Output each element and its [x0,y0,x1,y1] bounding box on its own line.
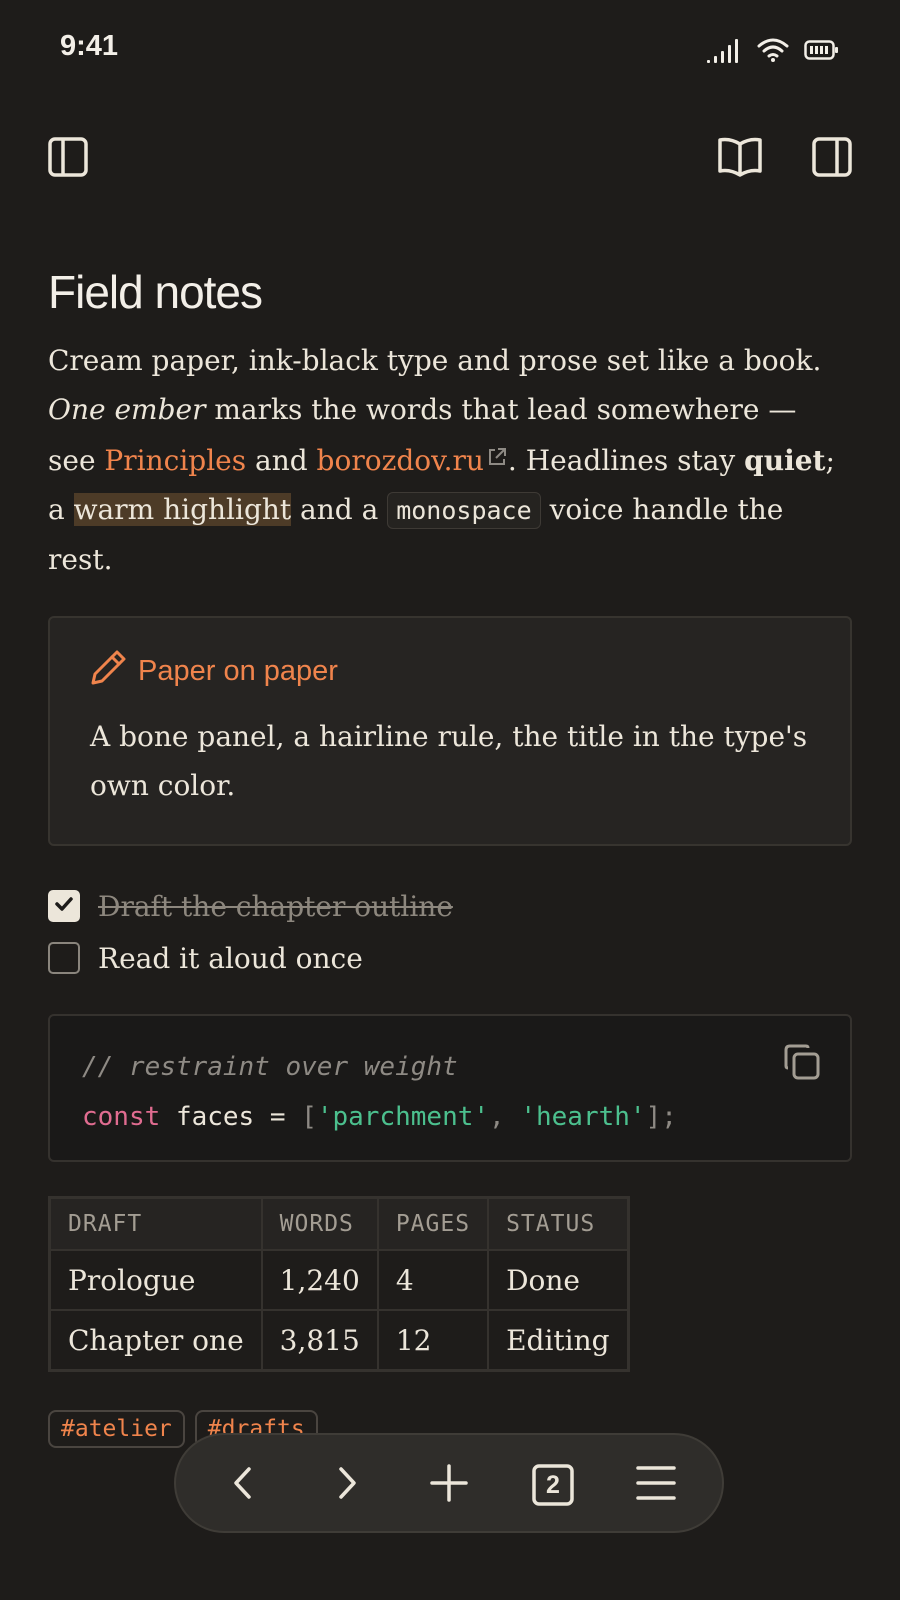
tabs-icon: 2 [531,1463,575,1507]
warm-highlight: warm highlight [73,493,292,526]
code-keyword: const [82,1102,161,1132]
status-bar: 9:41 [0,0,900,100]
toolbar [0,135,900,191]
code-bracket: [ [301,1102,317,1132]
table-cell: 12 [376,1309,490,1372]
copy-code-button[interactable] [782,1042,822,1099]
bold-quiet: quiet [744,444,826,477]
column-header: PAGES [376,1196,490,1251]
table-row: Prologue 1,240 4 Done [48,1249,630,1311]
task-label: Read it aloud once [98,941,363,975]
back-button[interactable] [216,1457,272,1513]
external-link[interactable]: borozdov.ru [317,444,508,477]
external-link-icon [486,434,508,483]
code-string: 'hearth' [520,1102,646,1132]
status-icons [706,36,840,64]
drafts-table: DRAFT WORDS PAGES STATUS Prologue 1,240 … [48,1196,630,1372]
task-label: Draft the chapter outline [98,889,453,923]
code-comment: // restraint over weight [82,1052,458,1082]
code-block: // restraint over weight const faces = [… [48,1014,852,1162]
table-cell: Done [487,1249,630,1311]
sidebar-left-button[interactable] [44,135,92,183]
page-title: Field notes [48,266,263,318]
forward-button[interactable] [318,1457,374,1513]
prose-text: . Headlines stay [507,444,745,477]
note-content: Field notes Cream paper, ink-black type … [48,262,852,1448]
prose-text: Cream paper, ink-black type and prose se… [48,344,822,377]
new-tab-button[interactable] [421,1457,477,1513]
prose-text: and a [291,493,388,526]
table-cell: 1,240 [260,1249,379,1311]
task-list: Draft the chapter outline Read it aloud … [48,880,852,984]
bottom-navigation-bar: 2 [174,1433,724,1533]
intro-paragraph: Cream paper, ink-black type and prose se… [48,336,852,584]
forward-icon [326,1463,366,1507]
column-header: DRAFT [48,1196,263,1251]
task-item: Draft the chapter outline [48,880,852,932]
inline-code: monospace [387,492,541,529]
callout-body: A bone panel, a hairline rule, the title… [90,720,808,802]
table-row: Chapter one 3,815 12 Editing [48,1309,630,1372]
book-open-icon [716,135,764,183]
sidebar-right-button[interactable] [808,135,856,183]
code-line: const faces = ['parchment', 'hearth']; [82,1092,818,1142]
table-cell: 4 [376,1249,490,1311]
column-header: WORDS [260,1196,379,1251]
task-item: Read it aloud once [48,932,852,984]
checkmark-icon [53,893,75,919]
menu-button[interactable] [628,1457,684,1513]
table-cell: Chapter one [48,1309,263,1372]
menu-icon [635,1463,677,1507]
battery-icon [804,38,840,62]
table-cell: 3,815 [260,1309,379,1372]
cellular-signal-icon [706,36,742,64]
callout-title-text: Paper on paper [138,654,338,687]
task-checkbox[interactable] [48,942,80,974]
ember-emphasis: One ember [48,393,206,426]
code-identifier: faces [175,1102,255,1132]
code-string: 'parchment' [316,1102,490,1132]
tab-count: 2 [546,1470,560,1499]
principles-link[interactable]: Principles [104,444,246,477]
table-cell: Prologue [48,1249,263,1311]
column-header: STATUS [487,1196,630,1251]
table-cell: Editing [487,1309,630,1372]
status-time: 9:41 [60,30,119,62]
pencil-icon [90,648,128,694]
back-icon [224,1463,264,1507]
external-link-label: borozdov.ru [316,444,484,477]
copy-icon [782,1044,822,1089]
sidebar-right-icon [810,135,854,183]
new-tab-icon [429,1463,469,1507]
callout-title: Paper on paper [90,648,810,694]
callout: Paper on paper A bone panel, a hairline … [48,616,852,846]
wifi-icon [756,36,790,64]
code-bracket: ]; [645,1102,677,1132]
task-checkbox-checked[interactable] [48,890,80,922]
code-comma: , [489,1102,505,1132]
tag-atelier[interactable]: #atelier [48,1410,185,1448]
table-header-row: DRAFT WORDS PAGES STATUS [48,1196,630,1251]
code-operator: = [269,1102,286,1132]
sidebar-left-icon [46,135,90,183]
tabs-button[interactable]: 2 [525,1457,581,1513]
prose-text: and [246,444,317,477]
reader-mode-button[interactable] [716,135,764,183]
